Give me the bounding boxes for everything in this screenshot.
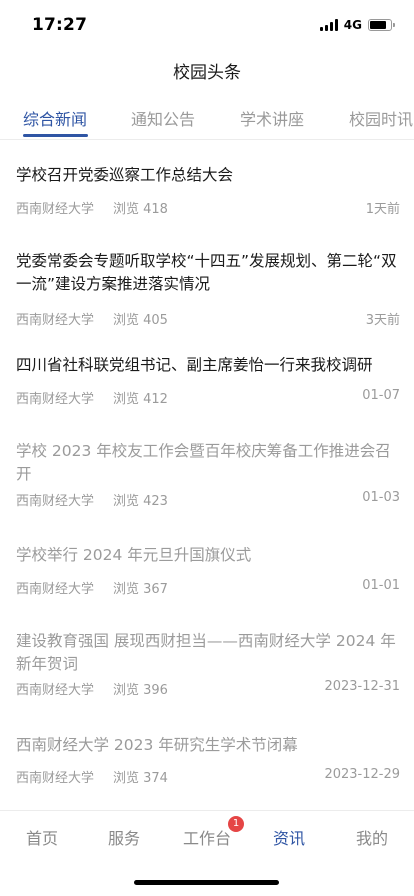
tab-notices[interactable]: 通知公告 bbox=[131, 106, 195, 130]
news-views: 浏览 374 bbox=[113, 771, 168, 786]
tab-campus-news[interactable]: 校园时讯 bbox=[349, 106, 413, 130]
news-source: 西南财经大学 bbox=[16, 313, 95, 328]
tabbar-workbench[interactable]: 工作台 bbox=[183, 825, 231, 849]
news-item[interactable]: 党委常委会专题听取学校“十四五”发展规划、第二轮“双一流”建设方案推进落实情况 … bbox=[0, 250, 414, 332]
bottom-tab-bar: 首页 服务 工作台 资讯 我的 bbox=[0, 810, 414, 862]
news-title: 党委常委会专题听取学校“十四五”发展规划、第二轮“双一流”建设方案推进落实情况 bbox=[16, 252, 397, 293]
status-icons: 4G bbox=[319, 18, 395, 32]
news-views: 浏览 423 bbox=[113, 494, 168, 509]
news-views: 浏览 412 bbox=[113, 392, 168, 407]
news-title: 建设教育强国 展现西财担当——西南财经大学 2024 年新年贺词 bbox=[16, 632, 396, 673]
news-views: 浏览 367 bbox=[113, 582, 168, 597]
news-source: 西南财经大学 bbox=[16, 392, 95, 407]
news-item[interactable]: 四川省社科联党组书记、副主席姜怡一行来我校调研 西南财经大学 浏览 412 01… bbox=[0, 354, 414, 414]
news-item[interactable]: 西南财经大学 2023 年研究生学术节闭幕 西南财经大学 浏览 374 2023… bbox=[0, 734, 414, 794]
network-type: 4G bbox=[343, 18, 362, 32]
news-item[interactable]: 学校举行 2024 年元旦升国旗仪式 西南财经大学 浏览 367 01-01 bbox=[0, 544, 414, 604]
news-item[interactable]: 学校 2023 年校友工作会暨百年校庆筹备工作推进会召开 西南财经大学 浏览 4… bbox=[0, 440, 414, 522]
news-date: 01-01 bbox=[362, 578, 400, 593]
news-date: 3天前 bbox=[365, 313, 400, 328]
home-indicator bbox=[134, 880, 279, 885]
news-title: 学校召开党委巡察工作总结大会 bbox=[16, 166, 234, 184]
news-title: 西南财经大学 2023 年研究生学术节闭幕 bbox=[16, 736, 298, 754]
nav-bar: 校园头条 bbox=[0, 48, 414, 92]
tab-lectures[interactable]: 学术讲座 bbox=[240, 106, 304, 130]
news-source: 西南财经大学 bbox=[16, 683, 95, 698]
notification-badge: 1 bbox=[228, 816, 244, 832]
battery-icon bbox=[368, 19, 395, 31]
status-bar: 17:27 4G bbox=[0, 0, 414, 48]
active-tab-indicator bbox=[23, 134, 88, 137]
tabbar-mine[interactable]: 我的 bbox=[356, 825, 388, 849]
news-views: 浏览 418 bbox=[113, 202, 168, 217]
news-date: 2023-12-31 bbox=[324, 679, 400, 694]
signal-icon bbox=[319, 19, 338, 31]
news-item[interactable]: 学校召开党委巡察工作总结大会 西南财经大学 浏览 418 1天前 bbox=[0, 164, 414, 224]
news-date: 01-03 bbox=[362, 490, 400, 505]
news-source: 西南财经大学 bbox=[16, 202, 95, 217]
news-date: 1天前 bbox=[365, 202, 400, 217]
page-title: 校园头条 bbox=[173, 62, 241, 83]
news-title: 四川省社科联党组书记、副主席姜怡一行来我校调研 bbox=[16, 356, 373, 374]
news-item[interactable]: 建设教育强国 展现西财担当——西南财经大学 2024 年新年贺词 西南财经大学 … bbox=[0, 630, 414, 712]
tab-general-news[interactable]: 综合新闻 bbox=[23, 106, 87, 130]
news-source: 西南财经大学 bbox=[16, 494, 95, 509]
category-tabs: 综合新闻 通知公告 学术讲座 校园时讯 bbox=[0, 96, 414, 140]
news-views: 浏览 396 bbox=[113, 683, 168, 698]
news-title: 学校 2023 年校友工作会暨百年校庆筹备工作推进会召开 bbox=[16, 442, 391, 483]
tabbar-services[interactable]: 服务 bbox=[108, 825, 140, 849]
tabbar-home[interactable]: 首页 bbox=[26, 825, 58, 849]
tabbar-news[interactable]: 资讯 bbox=[273, 825, 305, 849]
news-date: 01-07 bbox=[362, 388, 400, 403]
status-time: 17:27 bbox=[32, 15, 88, 35]
news-views: 浏览 405 bbox=[113, 313, 168, 328]
news-title: 学校举行 2024 年元旦升国旗仪式 bbox=[16, 546, 252, 564]
news-source: 西南财经大学 bbox=[16, 582, 95, 597]
news-source: 西南财经大学 bbox=[16, 771, 95, 786]
news-date: 2023-12-29 bbox=[324, 767, 400, 782]
